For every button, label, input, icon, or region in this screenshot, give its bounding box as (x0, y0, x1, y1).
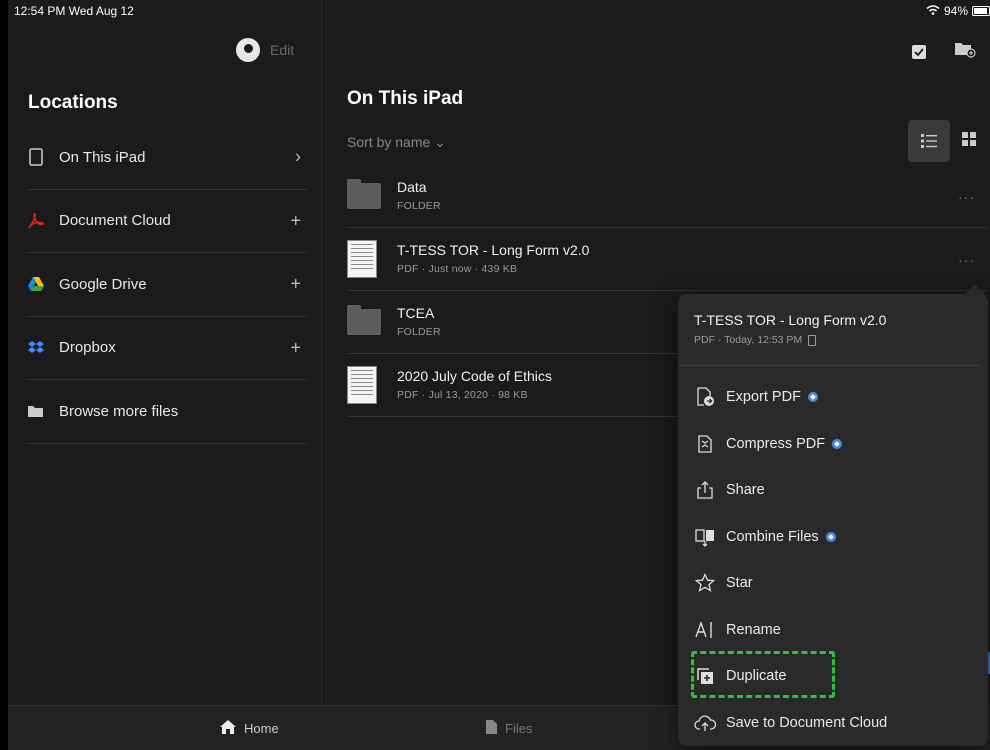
location-google-drive[interactable]: Google Drive + (27, 253, 307, 317)
file-meta: PDF · Just now · 439 KB (397, 263, 518, 275)
file-name: T-TESS TOR - Long Form v2.0 (397, 242, 590, 258)
menu-label: Export PDF (726, 389, 801, 406)
grid-view-icon[interactable] (962, 131, 976, 151)
premium-badge-icon (807, 392, 818, 403)
sidebar-toolbar: Edit (236, 38, 294, 62)
status-right: 94% (926, 4, 990, 18)
list-view-icon[interactable] (908, 120, 950, 162)
menu-combine-files[interactable]: Combine Files (678, 514, 988, 561)
popover-file-name: T-TESS TOR - Long Form v2.0 (694, 312, 887, 328)
chevron-right-icon: › (295, 146, 301, 167)
main-toolbar (912, 40, 976, 63)
folder-icon (347, 305, 381, 335)
page-title: On This iPad (347, 88, 464, 109)
menu-label: Compress PDF (726, 435, 826, 452)
account-avatar-icon[interactable] (236, 38, 260, 62)
file-name: 2020 July Code of Ethics (397, 368, 552, 384)
home-icon (220, 720, 236, 737)
tab-files[interactable]: Files (486, 720, 532, 737)
menu-share[interactable]: Share (678, 467, 988, 514)
location-label: Dropbox (59, 339, 116, 357)
menu-star[interactable]: Star (678, 560, 988, 607)
location-label: Document Cloud (59, 212, 171, 230)
more-options-icon[interactable]: ··· (958, 189, 975, 205)
new-folder-icon[interactable] (954, 40, 976, 63)
locations-title: Locations (28, 92, 118, 113)
acrobat-icon (27, 212, 45, 230)
star-icon (694, 572, 716, 594)
pdf-thumbnail (347, 366, 377, 404)
file-name: TCEA (397, 305, 435, 321)
folder-open-icon (27, 402, 45, 420)
combine-files-icon (694, 526, 716, 548)
tab-home[interactable]: Home (220, 720, 279, 737)
add-icon[interactable]: + (290, 274, 301, 295)
tablet-icon (27, 148, 45, 166)
location-label: Google Drive (59, 275, 147, 293)
rename-icon (694, 619, 716, 641)
google-drive-icon (27, 275, 45, 293)
device-icon (808, 334, 817, 346)
add-icon[interactable]: + (290, 337, 301, 358)
location-browse-more[interactable]: Browse more files (27, 380, 307, 444)
file-name: Data (397, 179, 427, 195)
popover-header: T-TESS TOR - Long Form v2.0 PDF · Today,… (678, 294, 980, 366)
popover-meta-text: PDF · Today, 12:53 PM (694, 334, 803, 346)
share-icon (694, 479, 716, 501)
export-pdf-icon (694, 386, 716, 408)
compress-pdf-icon (694, 433, 716, 455)
location-on-this-ipad[interactable]: On This iPad › (27, 126, 307, 190)
file-icon (486, 720, 497, 737)
locations-list: On This iPad › Document Cloud + Google D… (27, 126, 307, 444)
file-row[interactable]: Data FOLDER ··· (347, 165, 987, 228)
status-time: 12:54 PM Wed Aug 12 (14, 4, 134, 18)
file-meta: FOLDER (397, 200, 441, 212)
battery-percent: 94% (943, 4, 968, 18)
folder-icon (347, 179, 381, 209)
menu-label: Combine Files (726, 528, 819, 545)
add-icon[interactable]: + (290, 210, 301, 231)
tab-label: Files (505, 721, 533, 736)
file-meta: PDF · Jul 13, 2020 · 98 KB (397, 389, 528, 401)
menu-label: Share (726, 482, 765, 499)
menu-label: Save to Document Cloud (726, 714, 888, 731)
view-toggle (908, 120, 976, 162)
sort-dropdown[interactable]: Sort by name ⌄ (347, 134, 446, 151)
location-label: On This iPad (59, 148, 146, 166)
sidebar: Edit Locations On This iPad › Document C… (8, 0, 322, 705)
menu-label: Star (726, 575, 753, 592)
app-screen: Edit Locations On This iPad › Document C… (8, 0, 990, 750)
battery-icon (972, 6, 990, 16)
file-meta: FOLDER (397, 326, 441, 338)
menu-compress-pdf[interactable]: Compress PDF (678, 421, 988, 468)
edit-button[interactable]: Edit (270, 42, 294, 58)
premium-badge-icon (832, 438, 843, 449)
menu-save-to-document-cloud[interactable]: Save to Document Cloud (678, 700, 988, 747)
more-options-icon[interactable]: ··· (958, 252, 975, 268)
file-row[interactable]: T-TESS TOR - Long Form v2.0 PDF · Just n… (347, 228, 987, 291)
menu-rename[interactable]: Rename (678, 607, 988, 654)
popover-file-meta: PDF · Today, 12:53 PM (694, 334, 964, 346)
select-checkbox-icon[interactable] (912, 44, 926, 59)
location-document-cloud[interactable]: Document Cloud + (27, 190, 307, 253)
location-label: Browse more files (59, 402, 179, 420)
duplicate-highlight-box (691, 651, 835, 698)
tab-label: Home (244, 721, 279, 736)
file-actions-popover: T-TESS TOR - Long Form v2.0 PDF · Today,… (678, 284, 988, 747)
premium-badge-icon (825, 531, 836, 542)
menu-export-pdf[interactable]: Export PDF (678, 374, 988, 421)
pdf-thumbnail (347, 240, 377, 278)
status-bar: 12:54 PM Wed Aug 12 94% (8, 0, 990, 24)
wifi-icon (926, 4, 940, 18)
dropbox-icon (27, 339, 45, 357)
location-dropbox[interactable]: Dropbox + (27, 317, 307, 380)
cloud-upload-icon (694, 712, 716, 734)
menu-label: Rename (726, 621, 781, 638)
